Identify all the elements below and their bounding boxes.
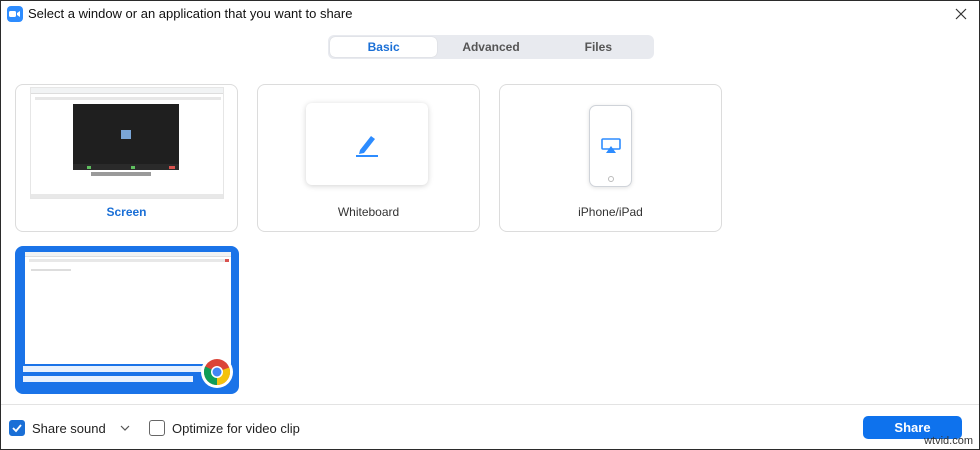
- tab-basic[interactable]: Basic: [330, 37, 438, 57]
- tab-advanced[interactable]: Advanced: [437, 37, 544, 57]
- share-sound-label: Share sound: [32, 421, 106, 436]
- share-whiteboard-card[interactable]: Whiteboard: [257, 84, 480, 232]
- share-sound-dropdown[interactable]: [119, 421, 131, 435]
- share-tabs: Basic Advanced Files: [328, 35, 654, 59]
- title-bar: Select a window or an application that y…: [1, 1, 979, 27]
- airplay-icon: [600, 138, 621, 153]
- optimize-video-label: Optimize for video clip: [172, 421, 300, 436]
- whiteboard-preview: [306, 103, 428, 185]
- dialog-title: Select a window or an application that y…: [28, 6, 353, 21]
- close-button[interactable]: [951, 4, 971, 24]
- zoom-app-icon: [7, 6, 23, 22]
- screen-thumbnail: [30, 87, 224, 199]
- chevron-down-icon: [120, 425, 130, 431]
- close-icon: [955, 8, 967, 20]
- optimize-video-checkbox[interactable]: [149, 420, 165, 436]
- share-screen-card[interactable]: Screen: [15, 84, 238, 232]
- app-window-card-chrome[interactable]: [15, 246, 239, 394]
- tab-files[interactable]: Files: [545, 37, 652, 57]
- share-iphone-ipad-card[interactable]: iPhone/iPad: [499, 84, 722, 232]
- chrome-icon: [201, 356, 233, 388]
- share-screen-label: Screen: [106, 205, 147, 219]
- share-dialog: Select a window or an application that y…: [0, 0, 980, 450]
- share-whiteboard-label: Whiteboard: [337, 205, 400, 219]
- pen-icon: [356, 136, 378, 157]
- chrome-window-thumbnail: [25, 252, 231, 364]
- watermark: wtvid.com: [924, 435, 973, 447]
- phone-preview: [589, 105, 632, 187]
- share-sound-checkbox[interactable]: [9, 420, 25, 436]
- footer-divider: [1, 404, 979, 405]
- share-iphone-ipad-label: iPhone/iPad: [578, 205, 643, 219]
- phone-home-button: [608, 176, 614, 182]
- checkmark-icon: [12, 424, 22, 433]
